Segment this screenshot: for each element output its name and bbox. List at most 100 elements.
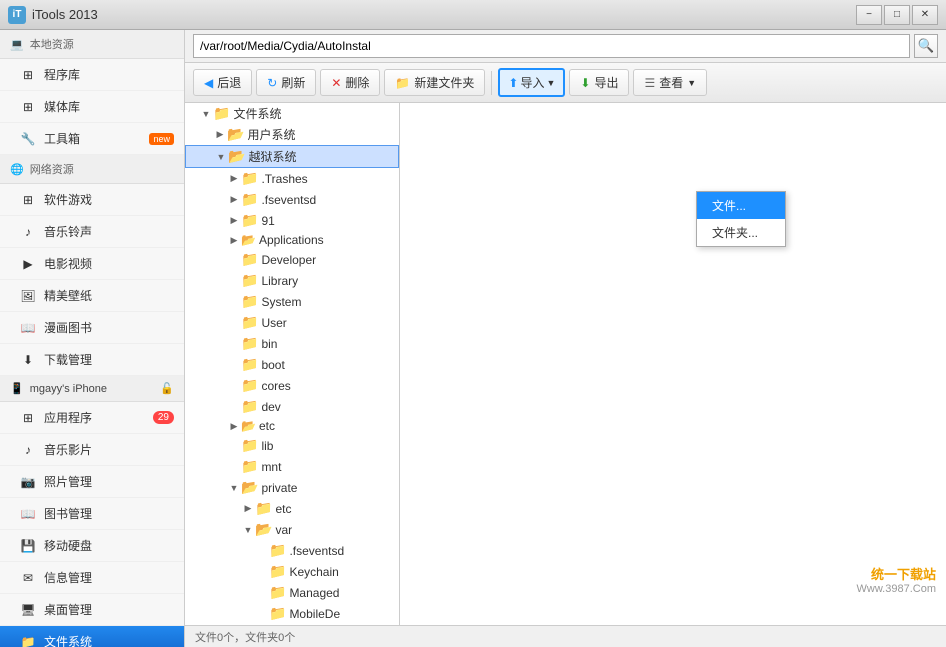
expand-icon[interactable] (255, 565, 269, 579)
sidebar-item-games[interactable]: ⊞ 软件游戏 (0, 184, 184, 216)
expand-icon[interactable] (255, 586, 269, 600)
new-folder-button[interactable]: 📁 新建文件夹 (384, 69, 485, 96)
expand-icon[interactable]: ▶ (213, 128, 227, 142)
tree-node-trashes[interactable]: ▶ 📁 .Trashes (185, 168, 399, 189)
photo-icon: 📷 (20, 474, 36, 490)
file-list-panel: 文件... 文件夹... 统一下载站 Www.3987.Com (400, 103, 946, 625)
sidebar-item-music-device[interactable]: ♪ 音乐影片 (0, 434, 184, 466)
delete-button[interactable]: ✕ 删除 (320, 69, 380, 96)
tree-node-private-etc[interactable]: ▶ 📁 etc (185, 498, 399, 519)
expand-icon[interactable] (255, 607, 269, 621)
tree-node-keychain[interactable]: 📁 Keychain (185, 561, 399, 582)
tree-node-etc[interactable]: ▶ 📂 etc (185, 417, 399, 435)
address-bar-container: 🔍 (185, 30, 946, 63)
tree-node-dev[interactable]: 📁 dev (185, 396, 399, 417)
window-controls[interactable]: − □ ✕ (856, 5, 938, 25)
expand-icon[interactable]: ▶ (227, 214, 241, 228)
sidebar-item-comics[interactable]: 📖 漫画图书 (0, 312, 184, 344)
expand-icon[interactable] (227, 379, 241, 393)
expand-icon[interactable] (227, 253, 241, 267)
sidebar-item-media[interactable]: ⊞ 媒体库 (0, 91, 184, 123)
sidebar-item-disk[interactable]: 💾 移动硬盘 (0, 530, 184, 562)
expand-icon[interactable]: ▶ (227, 172, 241, 186)
import-dropdown-menu: 文件... 文件夹... (696, 191, 786, 247)
sidebar-item-tools[interactable]: 🔧 工具箱 new (0, 123, 184, 155)
tree-node-private[interactable]: ▼ 📂 private (185, 477, 399, 498)
expand-icon[interactable]: ▶ (241, 502, 255, 516)
folder-icon: 📂 (228, 148, 245, 165)
import-folder-item[interactable]: 文件夹... (697, 219, 785, 246)
sidebar-item-desktop[interactable]: 🖥 桌面管理 (0, 594, 184, 626)
sidebar-section-local: 💻 本地资源 (0, 30, 184, 59)
expand-icon[interactable]: ▼ (199, 107, 213, 121)
expand-icon[interactable] (227, 274, 241, 288)
address-search-button[interactable]: 🔍 (914, 34, 938, 58)
refresh-button[interactable]: ↻ 刷新 (256, 69, 316, 96)
download-icon: ⬇ (20, 352, 36, 368)
expand-icon[interactable]: ▼ (241, 523, 255, 537)
back-button[interactable]: ◀ 后退 (193, 69, 252, 96)
expand-icon[interactable] (227, 295, 241, 309)
export-icon: ⬇ (580, 76, 590, 90)
sidebar-item-photos[interactable]: 📷 照片管理 (0, 466, 184, 498)
tree-node-developer[interactable]: 📁 Developer (185, 249, 399, 270)
sidebar-item-apps[interactable]: ⊞ 应用程序 29 (0, 402, 184, 434)
expand-icon[interactable] (227, 400, 241, 414)
folder-icon: 📁 (241, 398, 258, 415)
minimize-button[interactable]: − (856, 5, 882, 25)
sidebar-item-programs[interactable]: ⊞ 程序库 (0, 59, 184, 91)
sidebar-item-music[interactable]: ♪ 音乐铃声 (0, 216, 184, 248)
tree-node-managed[interactable]: 📁 Managed (185, 582, 399, 603)
sidebar-item-messages[interactable]: ✉ 信息管理 (0, 562, 184, 594)
tree-node-library[interactable]: 📁 Library (185, 270, 399, 291)
expand-icon[interactable]: ▶ (227, 193, 241, 207)
export-button[interactable]: ⬇ 导出 (569, 69, 629, 96)
expand-icon[interactable] (227, 358, 241, 372)
view-button[interactable]: ☰ 查看 ▼ (633, 69, 707, 96)
expand-icon[interactable] (255, 544, 269, 558)
close-button[interactable]: ✕ (912, 5, 938, 25)
sidebar-item-filesystem[interactable]: 📁 文件系统 (0, 626, 184, 647)
tree-node-mobiledevice[interactable]: 📁 MobileDe (185, 603, 399, 624)
tree-node-fseventsd2[interactable]: 📁 .fseventsd (185, 540, 399, 561)
sidebar-item-video[interactable]: ▶ 电影视频 (0, 248, 184, 280)
tree-node-system[interactable]: 📁 System (185, 291, 399, 312)
app-title: iTools 2013 (32, 7, 856, 22)
new-badge: new (149, 133, 174, 145)
tree-node-fseventsd[interactable]: ▶ 📁 .fseventsd (185, 189, 399, 210)
expand-icon[interactable]: ▶ (227, 233, 241, 247)
tree-node-bin[interactable]: 📁 bin (185, 333, 399, 354)
tree-node-mobileso[interactable]: 📁 MobileSo (185, 624, 399, 625)
tree-node-var[interactable]: ▼ 📂 var (185, 519, 399, 540)
tree-node-filesystem[interactable]: ▼ 📁 文件系统 (185, 103, 399, 124)
expand-icon[interactable] (227, 316, 241, 330)
tool-icon: 🔧 (20, 131, 36, 147)
folder-icon: 📁 (20, 634, 36, 647)
video-icon: ▶ (20, 256, 36, 272)
expand-icon[interactable] (227, 337, 241, 351)
import-dropdown-button[interactable]: ⬆ 导入 ▼ (498, 68, 565, 97)
sidebar-item-books[interactable]: 📖 图书管理 (0, 498, 184, 530)
expand-icon[interactable] (227, 439, 241, 453)
expand-icon[interactable]: ▼ (227, 481, 241, 495)
tree-node-boot[interactable]: 📁 boot (185, 354, 399, 375)
expand-icon[interactable]: ▶ (227, 419, 241, 433)
sidebar-item-wallpaper[interactable]: 🖼 精美壁纸 (0, 280, 184, 312)
maximize-button[interactable]: □ (884, 5, 910, 25)
tree-node-jailbreak-system[interactable]: ▼ 📂 越狱系统 (185, 145, 399, 168)
status-bar: 文件0个，文件夹0个 (185, 625, 946, 647)
tree-node-mnt[interactable]: 📁 mnt (185, 456, 399, 477)
tree-node-applications[interactable]: ▶ 📂 Applications (185, 231, 399, 249)
address-bar-input[interactable] (193, 34, 910, 58)
folder-icon: 📁 (213, 105, 230, 122)
expand-icon[interactable]: ▼ (214, 150, 228, 164)
import-file-item[interactable]: 文件... (697, 192, 785, 219)
tree-node-91[interactable]: ▶ 📁 91 (185, 210, 399, 231)
tree-node-lib[interactable]: 📁 lib (185, 435, 399, 456)
tree-node-cores[interactable]: 📁 cores (185, 375, 399, 396)
sidebar-item-download[interactable]: ⬇ 下载管理 (0, 344, 184, 376)
expand-icon[interactable] (227, 460, 241, 474)
tree-node-user-system[interactable]: ▶ 📂 用户系统 (185, 124, 399, 145)
tree-node-user[interactable]: 📁 User (185, 312, 399, 333)
desktop-icon: 🖥 (20, 602, 36, 618)
